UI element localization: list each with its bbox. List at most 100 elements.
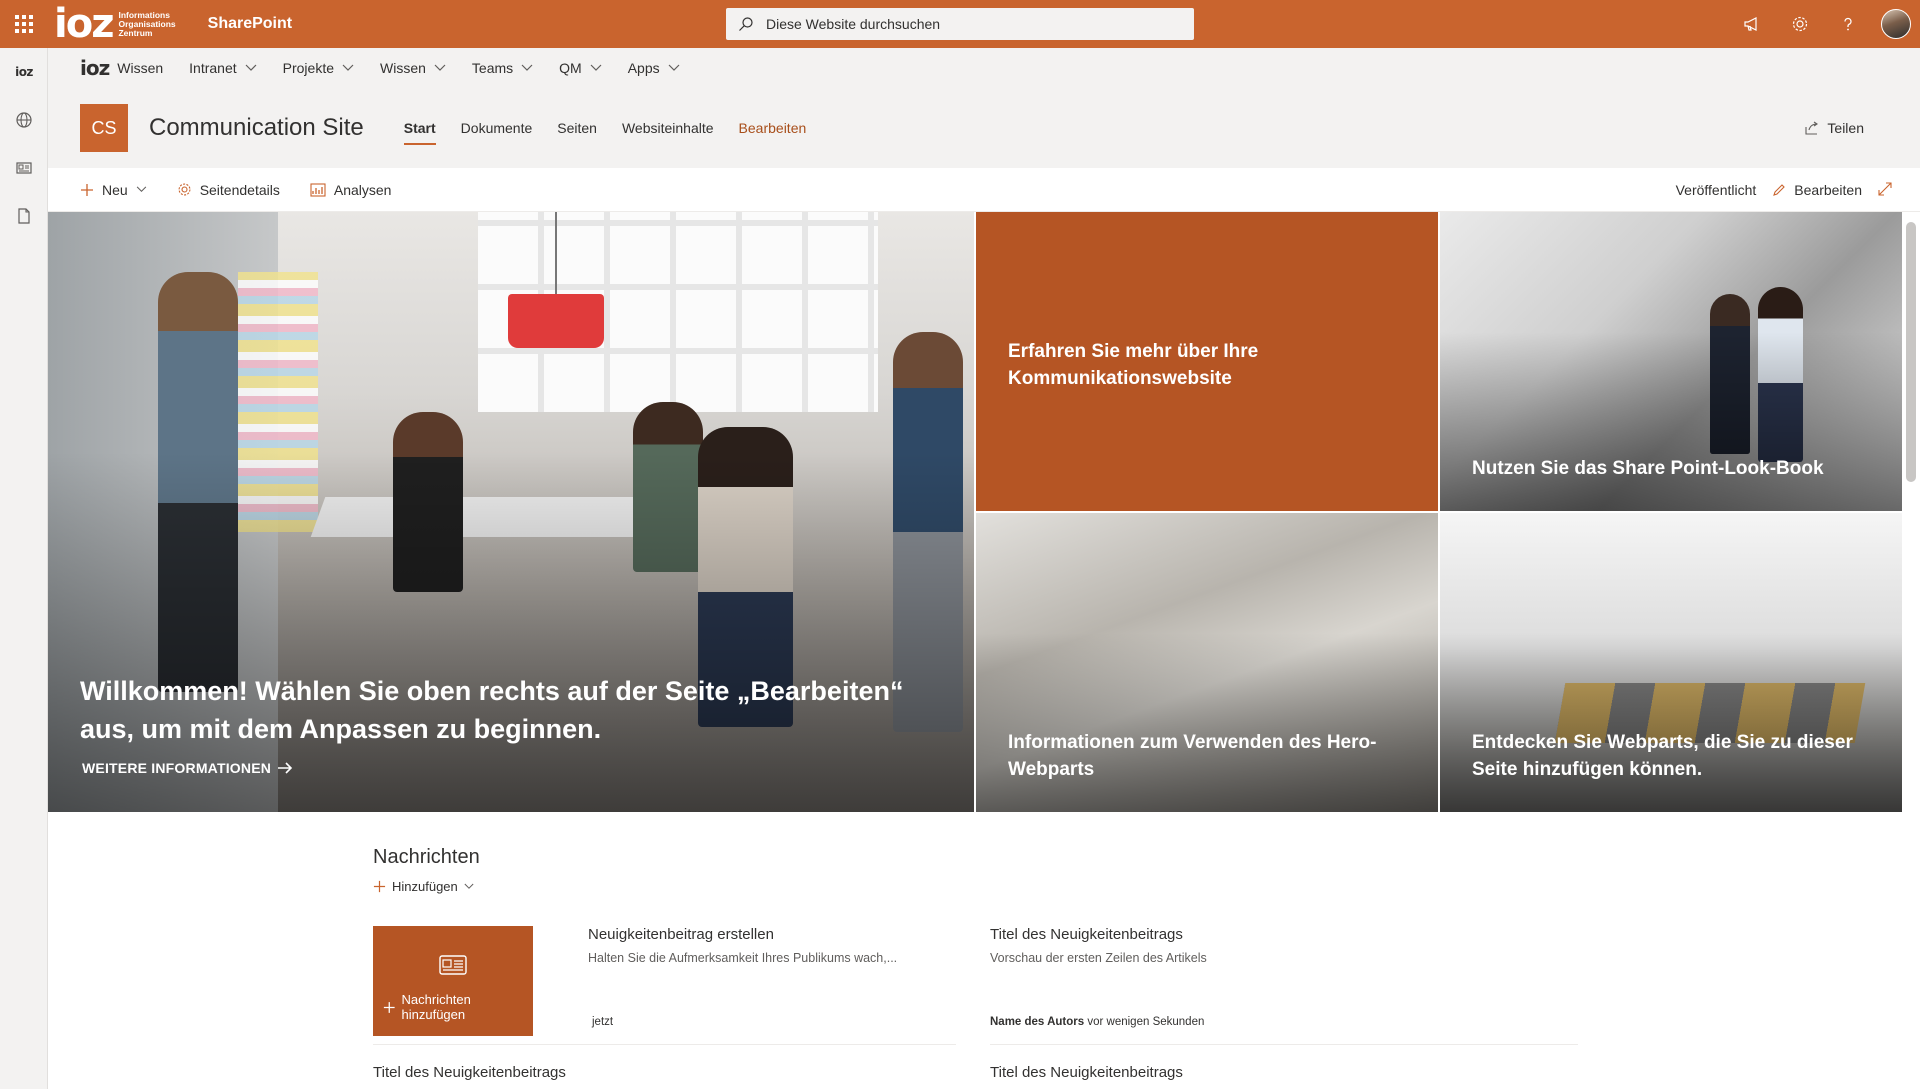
app-name-link[interactable]: SharePoint [208,15,292,33]
chevron-down-icon [590,64,602,71]
newspaper-icon [439,955,467,975]
news-card-sample[interactable]: Titel des Neuigkeitenbeitrags Vorschau d… [990,926,1390,1036]
app-bar: ioz [0,48,48,1089]
lamp-cord [555,212,557,294]
pencil-icon [1773,184,1786,196]
hub-logo[interactable]: ioz Wissen [80,56,163,80]
appbar-sites[interactable] [0,96,48,144]
app-launcher-button[interactable] [0,0,48,48]
hero-tile-main[interactable]: Willkommen! Wählen Sie oben rechts auf d… [48,212,974,812]
news-card-title: Titel des Neuigkeitenbeitrags [990,926,1183,943]
megaphone-button[interactable] [1728,0,1776,48]
hub-item-projekte[interactable]: Projekte [283,60,354,76]
share-button[interactable]: Teilen [1805,88,1864,168]
suite-bar: ioz Informations Organisations Zentrum S… [0,0,1920,48]
site-navigation: Start Dokumente Seiten Websiteinhalte Be… [403,111,832,145]
page-canvas: Willkommen! Wählen Sie oben rechts auf d… [48,212,1902,1089]
hero-webpart: Willkommen! Wählen Sie oben rechts auf d… [48,212,1902,812]
gear-icon [178,183,191,196]
news-webpart: Nachrichten Hinzufügen Nachrichten hinzu… [373,846,1578,1081]
search-icon [726,16,766,32]
scrollbar-thumb[interactable] [1906,222,1916,482]
news-card-description: Vorschau der ersten Zeilen des Artikels [990,951,1207,965]
site-nav-websiteinhalte[interactable]: Websiteinhalte [622,111,714,145]
site-nav-start[interactable]: Start [403,111,436,145]
analytics-icon [310,182,326,197]
news-card-author: Name des Autors [990,1016,1085,1028]
hero-more-info-link[interactable]: WEITERE INFORMATIONEN [82,760,293,776]
expand-button[interactable] [1878,181,1892,199]
new-button[interactable]: Neu [80,182,147,198]
avatar [1881,9,1911,39]
hero-tile-lookbook[interactable]: Nutzen Sie das Share Point-Look-Book [1440,212,1902,511]
hero-main-title[interactable]: Willkommen! Wählen Sie oben rechts auf d… [80,672,940,748]
hub-item-teams[interactable]: Teams [472,60,533,76]
plus-icon [383,1001,395,1013]
document-icon [18,208,30,224]
org-logo-text: Informations Organisations Zentrum [118,9,176,38]
edit-button[interactable]: Bearbeiten [1772,182,1862,198]
help-icon [1844,17,1852,31]
site-title[interactable]: Communication Site [149,114,364,142]
megaphone-icon [1744,17,1757,31]
chevron-down-icon [136,186,146,192]
expand-icon [1878,181,1892,196]
vertical-scrollbar[interactable] [1902,212,1920,1089]
hub-name: Wissen [117,60,164,76]
hero-tile-hero-webpart-title: Informationen zum Verwenden des Hero-Web… [1008,732,1377,780]
news-card-time: vor wenigen Sekunden [1087,1016,1205,1028]
news-divider [990,1044,1578,1045]
news-icon [16,162,32,174]
plus-icon [81,183,93,196]
command-bar: Neu Seitendetails Analysen Veröffentlich… [48,168,1920,212]
news-card-title[interactable]: Titel des Neuigkeitenbeitrags [990,1064,1183,1081]
hero-tile-webparts-title: Entdecken Sie Webparts, die Sie zu diese… [1472,732,1853,780]
analytics-button[interactable]: Analysen [310,182,391,198]
appbar-home[interactable]: ioz [0,48,48,96]
news-divider [373,1044,956,1045]
globe-icon [16,112,32,128]
hub-item-intranet[interactable]: Intranet [189,60,257,76]
site-header: CS Communication Site Start Dokumente Se… [48,88,1920,168]
page-details-button[interactable]: Seitendetails [177,182,280,198]
news-card-title[interactable]: Titel des Neuigkeitenbeitrags [373,1064,566,1081]
plus-icon [373,880,386,893]
hero-tile-learn-title: Erfahren Sie mehr über Ihre Kommunikatio… [1008,341,1259,389]
add-news-label: Nachrichten hinzufügen [401,992,471,1022]
org-logo[interactable]: ioz Informations Organisations Zentrum [54,0,176,48]
chevron-down-icon [342,64,354,71]
publish-status: Veröffentlicht [1675,182,1757,198]
search-box[interactable]: Diese Website durchsuchen [726,8,1194,40]
appbar-news[interactable] [0,144,48,192]
settings-button[interactable] [1776,0,1824,48]
news-card-time: jetzt [592,1016,614,1028]
news-add-button[interactable]: Hinzufügen [373,879,1578,894]
site-nav-edit-link[interactable]: Bearbeiten [739,111,807,145]
site-logo[interactable]: CS [80,104,128,152]
news-card-create[interactable]: Neuigkeitenbeitrag erstellen Halten Sie … [588,926,948,1036]
site-nav-dokumente[interactable]: Dokumente [461,111,533,145]
account-button[interactable] [1872,0,1920,48]
gear-icon [1792,16,1808,32]
red-lamp-image [508,294,604,348]
org-logo-mark: ioz [54,1,115,47]
help-button[interactable] [1824,0,1872,48]
chevron-down-icon [464,883,474,889]
hub-navigation: ioz Wissen Intranet Projekte Wissen Team… [48,48,1920,88]
chevron-down-icon [245,64,257,71]
news-row: Nachrichten hinzufügen Neuigkeitenbeitra… [373,926,1578,1036]
appbar-files[interactable] [0,192,48,240]
add-news-tile[interactable]: Nachrichten hinzufügen [373,926,533,1036]
site-nav-seiten[interactable]: Seiten [557,111,597,145]
search-input[interactable]: Diese Website durchsuchen [766,16,940,32]
appbar-logo: ioz [15,65,33,79]
hub-item-wissen[interactable]: Wissen [380,60,446,76]
news-heading: Nachrichten [373,846,480,868]
hub-logo-mark: ioz [80,56,110,80]
hero-tile-learn[interactable]: Erfahren Sie mehr über Ihre Kommunikatio… [976,212,1438,511]
news-card-title: Neuigkeitenbeitrag erstellen [588,926,774,943]
hero-tile-webparts[interactable]: Entdecken Sie Webparts, die Sie zu diese… [1440,513,1902,812]
hero-tile-hero-webpart[interactable]: Informationen zum Verwenden des Hero-Web… [976,513,1438,812]
hub-item-qm[interactable]: QM [559,60,602,76]
hub-item-apps[interactable]: Apps [628,60,680,76]
